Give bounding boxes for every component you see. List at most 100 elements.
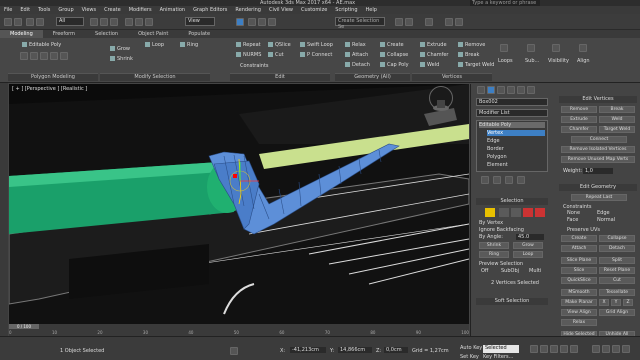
select-object-icon[interactable]: [90, 18, 98, 26]
eg-view-align-button[interactable]: View Align: [561, 309, 597, 316]
viewport-label[interactable]: [ + ] [Perspective ] [Realistic ]: [12, 86, 87, 92]
snap-toggle-icon[interactable]: [236, 18, 244, 26]
next-frame-icon[interactable]: [560, 345, 568, 353]
eg-slice-plane-button[interactable]: Slice Plane: [561, 257, 597, 264]
eg-detach-button[interactable]: Detach: [599, 245, 635, 252]
ev-remove-isolated-button[interactable]: Remove Isolated Vertices: [561, 146, 635, 153]
link-icon[interactable]: [26, 18, 34, 26]
qslice-button[interactable]: QSlice: [268, 42, 291, 48]
border-mode-icon[interactable]: [40, 52, 48, 60]
move-icon[interactable]: [125, 18, 133, 26]
key-filters-button[interactable]: Key Filters...: [483, 354, 513, 360]
group-vertices[interactable]: Vertices: [412, 73, 492, 81]
constraint-edge-radio[interactable]: Edge: [597, 210, 610, 216]
undo-icon[interactable]: [4, 18, 12, 26]
object-name-field[interactable]: Box002: [476, 98, 548, 106]
constraint-normal-radio[interactable]: Normal: [597, 217, 615, 223]
reference-coord-dropdown[interactable]: View: [185, 17, 215, 26]
collapse-button[interactable]: Collapse: [380, 52, 408, 58]
polygon-mode-icon[interactable]: [50, 52, 58, 60]
eg-create-button[interactable]: Create: [561, 235, 597, 242]
ring-button-panel[interactable]: Ring: [479, 251, 509, 258]
extrude-button[interactable]: Extrude: [420, 42, 447, 48]
play-icon[interactable]: [550, 345, 558, 353]
timeline[interactable]: 0 / 100 0 10 20 30 40 50 60 70 80 90 100: [9, 324, 469, 336]
loops-icon[interactable]: [500, 44, 508, 52]
time-slider[interactable]: 0 / 100: [9, 324, 39, 329]
auto-key-button[interactable]: Auto Key: [460, 345, 482, 351]
rotate-icon[interactable]: [135, 18, 143, 26]
menu-scripting[interactable]: Scripting: [331, 7, 361, 13]
motion-panel-icon[interactable]: [507, 86, 515, 94]
tab-object-paint[interactable]: Object Paint: [128, 30, 178, 38]
render-icon[interactable]: [455, 18, 463, 26]
loop-button[interactable]: Loop: [145, 42, 164, 48]
menu-graph-editors[interactable]: Graph Editors: [189, 7, 231, 13]
eg-split-checkbox[interactable]: Split: [599, 257, 635, 264]
tab-populate[interactable]: Populate: [178, 30, 220, 38]
group-modify-selection[interactable]: Modify Selection: [100, 73, 210, 81]
grow-button[interactable]: Grow: [110, 46, 130, 52]
tab-selection[interactable]: Selection: [85, 30, 128, 38]
create-panel-icon[interactable]: [477, 86, 485, 94]
angle-snap-icon[interactable]: [248, 18, 256, 26]
shrink-button-panel[interactable]: Shrink: [479, 242, 509, 249]
swift-loop-button[interactable]: Swift Loop: [300, 42, 333, 48]
material-editor-icon[interactable]: [425, 18, 433, 26]
edge-select-icon[interactable]: [499, 208, 509, 217]
ev-chamfer-button[interactable]: Chamfer: [561, 126, 597, 133]
stack-vertex[interactable]: Vertex: [487, 130, 545, 136]
menu-civil-view[interactable]: Civil View: [265, 7, 297, 13]
eg-slice-button[interactable]: Slice: [561, 267, 597, 274]
tab-freeform[interactable]: Freeform: [43, 30, 85, 38]
nurms-button[interactable]: NURMS: [236, 52, 261, 58]
ev-target-weld-button[interactable]: Target Weld: [599, 126, 635, 133]
selection-rollout-header[interactable]: Selection: [476, 198, 548, 205]
stack-border[interactable]: Border: [487, 146, 504, 152]
redo-icon[interactable]: [14, 18, 22, 26]
eg-msmooth-button[interactable]: MSmooth: [561, 289, 597, 296]
ignore-backfacing-checkbox[interactable]: Ignore Backfacing: [479, 227, 524, 233]
eg-quickslice-button[interactable]: QuickSlice: [561, 277, 597, 284]
editable-poly-label[interactable]: Editable Poly: [22, 42, 61, 48]
set-key-button[interactable]: Set Key: [460, 354, 479, 360]
constraint-none-radio[interactable]: None: [567, 210, 580, 216]
cap-poly-button[interactable]: Cap Poly: [380, 62, 409, 68]
preview-off-radio[interactable]: Off: [481, 268, 488, 274]
percent-snap-icon[interactable]: [258, 18, 266, 26]
menu-file[interactable]: File: [0, 7, 16, 13]
element-mode-icon[interactable]: [60, 52, 68, 60]
selection-set-dropdown-status[interactable]: Selected: [483, 345, 519, 353]
vertex-select-icon[interactable]: [485, 208, 495, 217]
loop-button-panel[interactable]: Loop: [513, 251, 543, 258]
preserve-uvs-checkbox[interactable]: Preserve UVs: [567, 227, 600, 233]
polygon-select-icon[interactable]: [523, 208, 533, 217]
eg-relax-button[interactable]: Relax: [561, 319, 597, 326]
stack-polygon[interactable]: Polygon: [487, 154, 507, 160]
utilities-panel-icon[interactable]: [527, 86, 535, 94]
constraint-face-radio[interactable]: Face: [567, 217, 578, 223]
by-angle-checkbox[interactable]: By Angle:: [479, 234, 503, 240]
menu-edit[interactable]: Edit: [16, 7, 34, 13]
create-button[interactable]: Create: [380, 42, 404, 48]
render-setup-icon[interactable]: [445, 18, 453, 26]
show-end-result-icon[interactable]: [493, 176, 501, 184]
maximize-viewport-icon[interactable]: [622, 345, 630, 353]
repeat-button[interactable]: Repeat: [236, 42, 261, 48]
ev-weld-button[interactable]: Weld: [599, 116, 635, 123]
spinner-snap-icon[interactable]: [268, 18, 276, 26]
lock-selection-icon[interactable]: [230, 347, 238, 355]
eg-tessellate-button[interactable]: Tessellate: [599, 289, 635, 296]
weld-button[interactable]: Weld: [420, 62, 439, 68]
y-coordinate-field[interactable]: 14,866cm: [338, 347, 372, 353]
chamfer-button[interactable]: Chamfer: [420, 52, 449, 58]
zoom-icon[interactable]: [592, 345, 600, 353]
eg-grid-align-button[interactable]: Grid Align: [599, 309, 635, 316]
border-select-icon[interactable]: [511, 208, 521, 217]
pin-stack-icon[interactable]: [481, 176, 489, 184]
make-unique-icon[interactable]: [505, 176, 513, 184]
relax-button[interactable]: Relax: [345, 42, 366, 48]
preview-subobj-radio[interactable]: SubObj: [501, 268, 519, 274]
modify-panel-icon[interactable]: [487, 86, 495, 94]
visibility-button[interactable]: Visibility: [548, 58, 569, 64]
